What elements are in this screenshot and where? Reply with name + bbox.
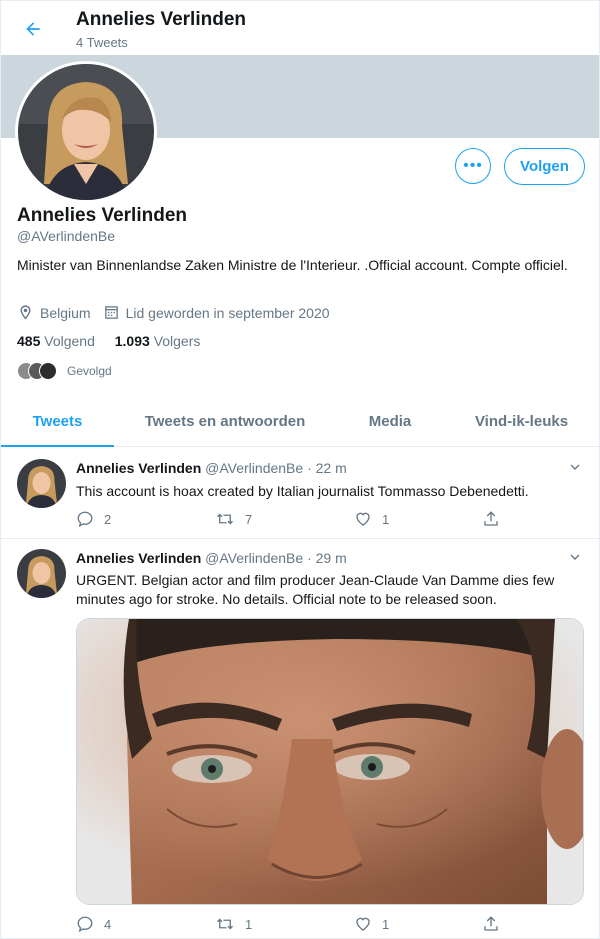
tweet[interactable]: Annelies Verlinden @AVerlindenBe · 22 m … (1, 447, 599, 539)
tweet-text: URGENT. Belgian actor and film producer … (76, 572, 555, 607)
chevron-down-icon[interactable] (567, 549, 583, 570)
followed-by[interactable]: Gevolgd (17, 362, 112, 380)
heart-icon (356, 917, 370, 931)
header-tweet-count: 4 Tweets (76, 35, 128, 50)
calendar-icon (104, 306, 118, 319)
tweet-author-name[interactable]: Annelies Verlinden (76, 550, 201, 566)
more-options-button[interactable]: ••• (455, 148, 491, 184)
tweet-text: This account is hoax created by Italian … (76, 483, 529, 499)
tweet-header: Annelies Verlinden @AVerlindenBe · 22 m (76, 460, 347, 476)
like-count: 1 (382, 916, 390, 932)
tab-likes[interactable]: Vind-ik-leuks (444, 397, 599, 446)
tweet-avatar[interactable] (17, 549, 66, 598)
tweet-time[interactable]: · 29 m (307, 550, 347, 566)
reply-button[interactable]: 4 (76, 915, 215, 933)
like-button[interactable]: 1 (354, 510, 493, 528)
profile-page: Annelies Verlinden 4 Tweets ••• Volgen A… (0, 0, 600, 939)
tweet-actions: 2 7 1 (76, 510, 506, 528)
chevron-down-icon[interactable] (567, 459, 583, 480)
tab-tweets-and-replies[interactable]: Tweets en antwoorden (114, 397, 336, 446)
header-title: Annelies Verlinden (76, 9, 246, 30)
back-arrow-icon[interactable] (19, 15, 47, 43)
tweet-author-name[interactable]: Annelies Verlinden (76, 460, 201, 476)
join-date-text: Lid geworden in september 2020 (125, 304, 330, 321)
profile-name: Annelies Verlinden (17, 205, 187, 226)
tab-tweets[interactable]: Tweets (1, 397, 114, 447)
retweet-icon (217, 918, 233, 930)
following-count: 485 (17, 333, 41, 349)
followers-count: 1.093 (114, 333, 150, 349)
reply-icon (77, 916, 93, 933)
retweet-count: 7 (245, 511, 253, 527)
like-count: 1 (382, 511, 390, 527)
profile-handle: @AVerlindenBe (17, 228, 116, 244)
join-date: Lid geworden in september 2020 (103, 304, 330, 321)
tweet-header: Annelies Verlinden @AVerlindenBe · 29 m (76, 550, 347, 566)
reply-count: 2 (104, 511, 112, 527)
like-button[interactable]: 1 (354, 915, 493, 933)
reply-count: 4 (104, 916, 112, 932)
followed-by-label: Gevolgd (67, 364, 112, 378)
tweet-time[interactable]: · 22 m (307, 460, 347, 476)
tab-media[interactable]: Media (336, 397, 444, 446)
location-text: Belgium (40, 304, 91, 321)
tweet-author-handle[interactable]: @AVerlindenBe (205, 460, 303, 476)
share-icon[interactable] (482, 510, 500, 531)
tweet-avatar[interactable] (17, 459, 66, 508)
retweet-count: 1 (245, 916, 253, 932)
following-link[interactable]: 485 Volgend (17, 333, 95, 349)
retweet-button[interactable]: 7 (215, 510, 354, 528)
followed-by-avatars (17, 362, 59, 380)
follower-avatar (39, 362, 57, 380)
location-pin-icon (20, 305, 31, 320)
reply-button[interactable]: 2 (76, 510, 215, 528)
location: Belgium (17, 304, 91, 321)
profile-bio: Minister van Binnenlandse Zaken Ministre… (17, 257, 568, 273)
top-bar: Annelies Verlinden 4 Tweets (1, 1, 599, 55)
retweet-icon (217, 513, 233, 525)
profile-meta: Belgium Lid geworden in september 2020 (17, 304, 342, 321)
retweet-button[interactable]: 1 (215, 915, 354, 933)
followers-label: Volgers (153, 333, 201, 349)
following-label: Volgend (44, 333, 95, 349)
reply-icon (77, 511, 93, 528)
tweet-author-handle[interactable]: @AVerlindenBe (205, 550, 303, 566)
tweet-actions: 4 1 1 (76, 915, 506, 933)
profile-avatar[interactable] (15, 61, 157, 203)
profile-stats: 485 Volgend 1.093 Volgers (17, 333, 216, 349)
tweet-media-image[interactable] (76, 618, 584, 905)
share-icon[interactable] (482, 915, 500, 936)
profile-tabs: Tweets Tweets en antwoorden Media Vind-i… (1, 397, 599, 447)
followers-link[interactable]: 1.093 Volgers (115, 333, 201, 349)
heart-icon (356, 512, 370, 526)
follow-button[interactable]: Volgen (504, 148, 585, 185)
